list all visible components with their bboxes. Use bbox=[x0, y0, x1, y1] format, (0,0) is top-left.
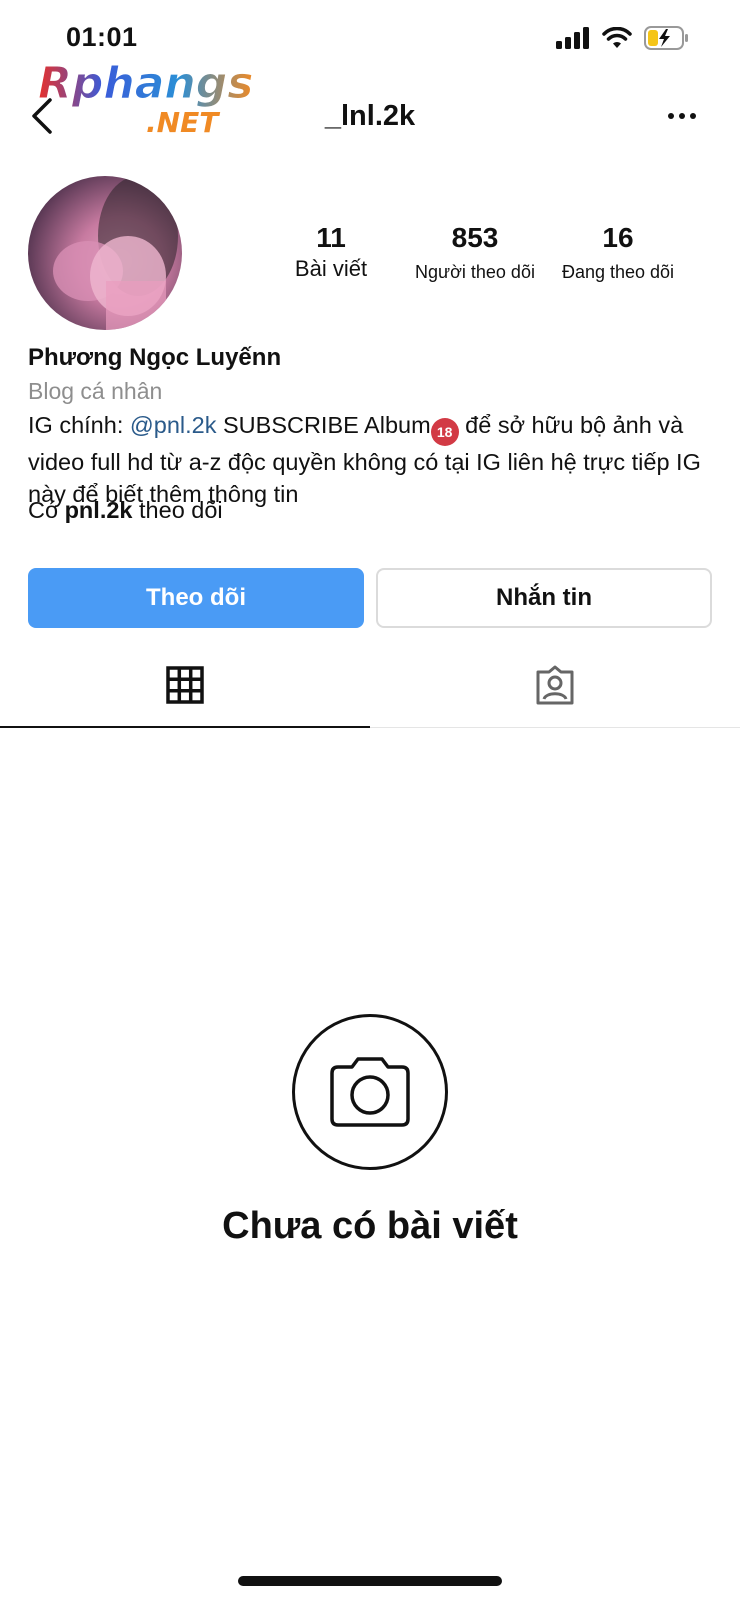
tab-posts-grid[interactable] bbox=[0, 640, 370, 730]
profile-username: _lnl.2k bbox=[324, 100, 416, 132]
followed-by-user-link[interactable]: pnl.2k bbox=[65, 497, 133, 523]
stat-followers[interactable]: 853 Người theo dõi bbox=[400, 222, 550, 283]
stat-followers-label: Người theo dõi bbox=[415, 262, 535, 282]
stat-posts-label: Bài viết bbox=[294, 256, 368, 281]
bio-prefix: IG chính: bbox=[28, 412, 130, 438]
message-button[interactable]: Nhắn tin bbox=[376, 568, 712, 628]
camera-icon bbox=[330, 1057, 410, 1127]
profile-avatar[interactable] bbox=[28, 176, 182, 330]
tagged-icon bbox=[536, 665, 574, 705]
battery-charging-icon bbox=[644, 26, 688, 50]
stat-posts[interactable]: 11 Bài viết bbox=[276, 222, 386, 282]
profile-bio: IG chính: @pnl.2k SUBSCRIBE Album 18 để s… bbox=[28, 409, 718, 510]
signal-icon bbox=[556, 27, 589, 49]
followed-by: Có pnl.2k theo dõi bbox=[28, 497, 223, 524]
more-options-icon[interactable] bbox=[666, 106, 698, 126]
tab-divider bbox=[370, 727, 740, 728]
stat-following-value: 16 bbox=[602, 222, 634, 253]
stat-posts-value: 11 bbox=[316, 222, 346, 253]
profile-category: Blog cá nhân bbox=[28, 378, 163, 404]
stat-following-label: Đang theo dõi bbox=[561, 262, 675, 282]
empty-state-camera-circle bbox=[292, 1014, 448, 1170]
stat-following[interactable]: 16 Đang theo dõi bbox=[548, 222, 688, 283]
bio-middle: SUBSCRIBE Album bbox=[216, 412, 431, 438]
active-tab-underline bbox=[0, 726, 370, 728]
empty-state-text: Chưa có bài viết bbox=[222, 1205, 518, 1247]
no-under-18-icon: 18 bbox=[430, 418, 459, 446]
status-time: 01:01 bbox=[66, 22, 138, 52]
status-icons bbox=[556, 26, 690, 50]
avatar-image bbox=[53, 176, 178, 330]
bio-mention-link[interactable]: @pnl.2k bbox=[130, 412, 217, 438]
followed-by-suffix: theo dõi bbox=[132, 497, 223, 523]
wifi-icon bbox=[602, 27, 632, 48]
home-indicator[interactable] bbox=[238, 1576, 502, 1586]
grid-icon bbox=[166, 666, 204, 704]
profile-full-name: Phương Ngọc Luyếnn bbox=[28, 344, 282, 371]
follow-button[interactable]: Theo dõi bbox=[28, 568, 364, 628]
tab-tagged[interactable] bbox=[370, 640, 740, 730]
followed-by-prefix: Có bbox=[28, 497, 65, 523]
stat-followers-value: 853 bbox=[451, 222, 499, 253]
